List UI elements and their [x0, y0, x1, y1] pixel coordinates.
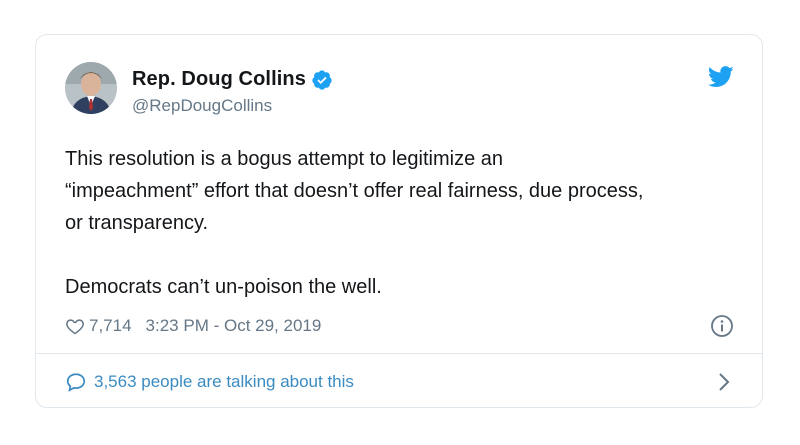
- twitter-bird-icon[interactable]: [708, 66, 734, 88]
- info-icon[interactable]: [710, 314, 734, 338]
- tweet-text: This resolution is a bogus attempt to le…: [65, 148, 644, 298]
- tweet-meta: 7,714 3:23 PM - Oct 29, 2019: [65, 313, 734, 339]
- like-count[interactable]: 7,714: [89, 316, 132, 336]
- name-row: Rep. Doug Collins: [132, 68, 333, 91]
- talking-about-text[interactable]: 3,563 people are talking about this: [94, 372, 354, 392]
- tweet-card[interactable]: Rep. Doug Collins @RepDougCollins This r…: [35, 34, 763, 408]
- verified-badge-icon: [312, 69, 332, 90]
- chevron-right-icon[interactable]: [718, 372, 730, 392]
- speech-bubble-icon: [66, 372, 86, 392]
- talking-about-link[interactable]: 3,563 people are talking about this: [65, 354, 734, 409]
- heart-icon[interactable]: [65, 316, 85, 336]
- display-name[interactable]: Rep. Doug Collins: [132, 68, 306, 91]
- avatar[interactable]: [65, 62, 117, 114]
- tweet-header: Rep. Doug Collins @RepDougCollins: [65, 62, 734, 118]
- user-handle[interactable]: @RepDougCollins: [132, 96, 272, 116]
- timestamp[interactable]: 3:23 PM - Oct 29, 2019: [146, 316, 322, 336]
